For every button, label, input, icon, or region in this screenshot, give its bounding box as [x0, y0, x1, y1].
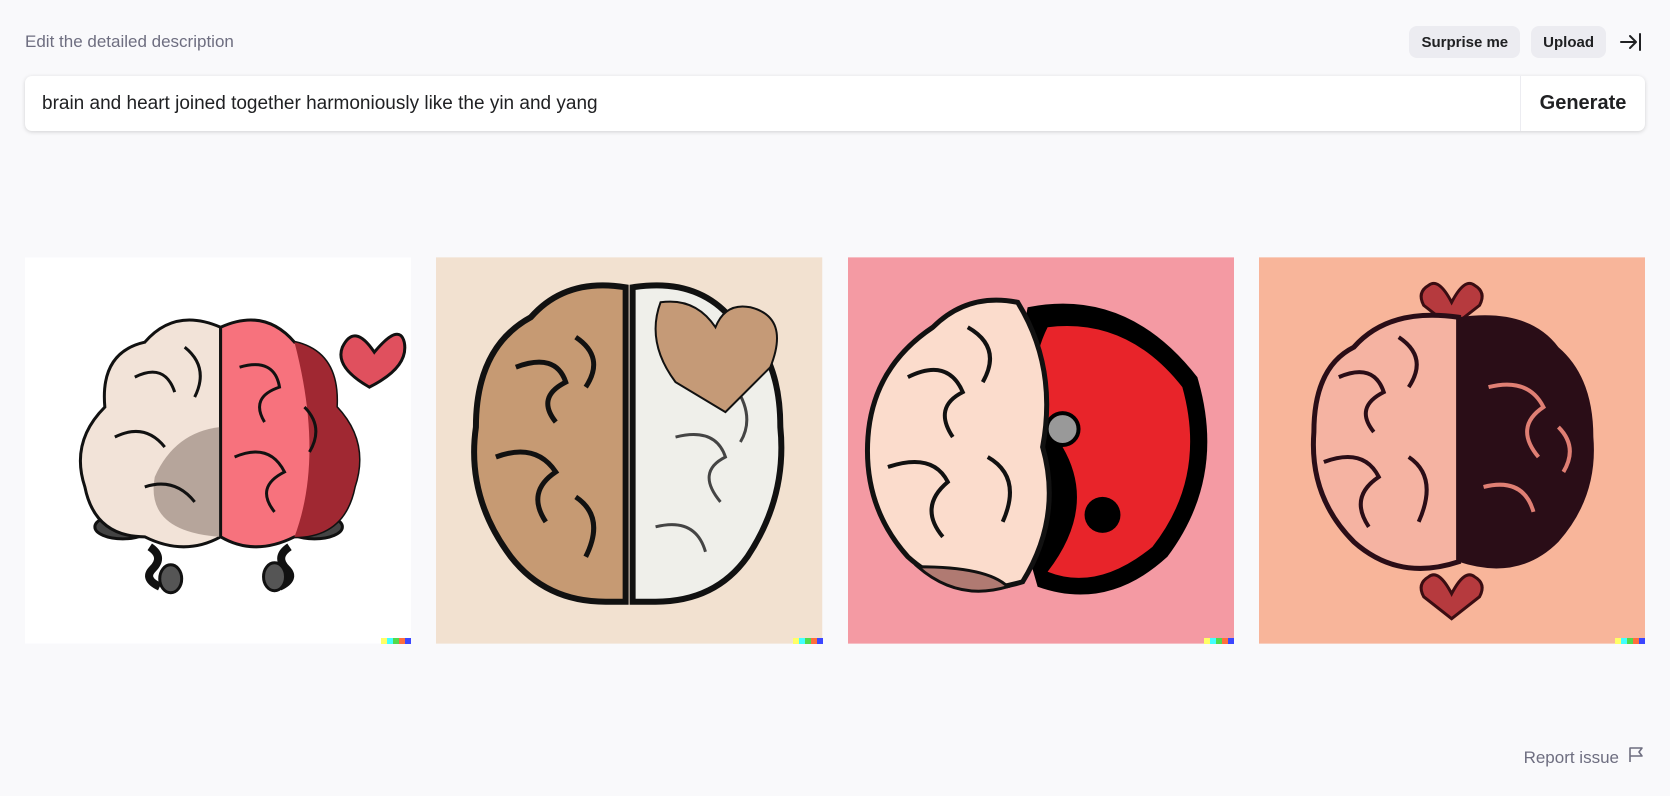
edit-description-hint: Edit the detailed description [25, 32, 234, 51]
generated-image-1[interactable] [25, 257, 412, 644]
generated-image-4[interactable] [1258, 257, 1645, 644]
surprise-me-button[interactable]: Surprise me [1409, 26, 1521, 58]
signature-swatch [1639, 638, 1645, 644]
brain-illustration-1 [25, 257, 412, 644]
signature-swatch [405, 638, 412, 644]
report-issue-link[interactable]: Report issue [1524, 746, 1645, 769]
generator-signature [1203, 638, 1234, 644]
collapse-panel-icon[interactable] [1617, 26, 1645, 58]
generator-signature [1615, 638, 1645, 644]
image-gallery [25, 257, 1645, 644]
brain-illustration-3 [847, 257, 1234, 644]
brain-illustration-4 [1258, 257, 1645, 644]
generator-signature [792, 638, 823, 644]
signature-swatch [816, 638, 823, 644]
header-actions: Surprise me Upload [1409, 26, 1645, 58]
brain-illustration-2 [436, 257, 823, 644]
upload-button[interactable]: Upload [1531, 26, 1606, 58]
prompt-bar: Generate [25, 76, 1645, 131]
signature-swatch [1227, 638, 1234, 644]
flag-icon [1627, 746, 1645, 769]
report-issue-label: Report issue [1523, 747, 1619, 767]
top-bar: Edit the detailed description Surprise m… [25, 26, 1645, 58]
generated-image-2[interactable] [436, 257, 823, 644]
generate-button[interactable]: Generate [1520, 76, 1645, 131]
generator-signature [381, 638, 412, 644]
prompt-input[interactable] [25, 76, 1520, 131]
generated-image-3[interactable] [847, 257, 1234, 644]
